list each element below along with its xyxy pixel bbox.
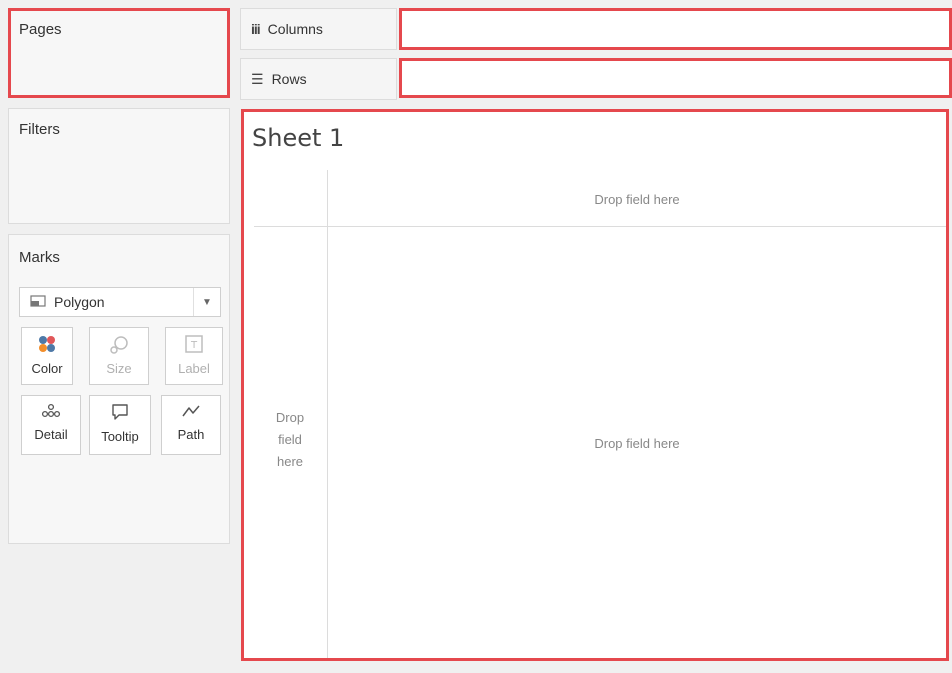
path-button[interactable]: Path: [161, 395, 221, 455]
detail-button[interactable]: Detail: [21, 395, 81, 455]
filters-shelf[interactable]: Filters: [8, 108, 230, 224]
detail-label: Detail: [34, 427, 68, 442]
color-button[interactable]: Color: [21, 327, 73, 385]
text-label-icon: T: [184, 334, 204, 357]
size-label: Size: [106, 361, 132, 376]
detail-icon: [40, 402, 62, 423]
columns-icon: iii: [251, 21, 261, 37]
columns-shelf-label: iii Columns: [240, 8, 397, 50]
svg-text:T: T: [190, 340, 198, 351]
rows-icon: ☰: [251, 70, 264, 87]
tooltip-label: Tooltip: [101, 429, 139, 444]
drop-zone-rows[interactable]: Drop field here: [254, 404, 326, 476]
color-icon: [37, 334, 57, 357]
polygon-mark-icon: [30, 294, 46, 310]
mark-type-label: Polygon: [54, 294, 105, 310]
path-label: Path: [177, 427, 205, 442]
view-canvas[interactable]: Sheet 1 Drop field here Drop field here …: [241, 109, 949, 661]
filters-title: Filters: [19, 121, 60, 138]
pages-shelf[interactable]: Pages: [8, 8, 230, 98]
divider-vertical: [327, 170, 328, 658]
label-button[interactable]: T Label: [165, 327, 223, 385]
drop-hint-top: Drop field here: [594, 191, 680, 207]
label-label: Label: [178, 361, 210, 376]
drop-zone-columns[interactable]: Drop field here: [328, 184, 946, 214]
tooltip-button[interactable]: Tooltip: [89, 395, 151, 455]
drop-zone-main[interactable]: Drop field here: [328, 428, 946, 458]
color-label: Color: [31, 361, 63, 376]
size-button[interactable]: Size: [89, 327, 149, 385]
marks-title: Marks: [19, 249, 60, 266]
sheet-title: Sheet 1: [252, 124, 345, 152]
rows-shelf-label: ☰ Rows: [240, 58, 397, 100]
mark-type-dropdown[interactable]: Polygon ▼: [19, 287, 221, 317]
rows-shelf[interactable]: [399, 58, 952, 98]
rows-label: Rows: [271, 71, 307, 87]
drop-hint-main: Drop field here: [594, 435, 680, 451]
columns-shelf[interactable]: [399, 8, 952, 50]
size-icon: [108, 334, 130, 359]
divider-horizontal: [254, 226, 946, 227]
marks-card: Marks Polygon ▼ Color Size T Label Detai…: [8, 234, 230, 544]
pages-title: Pages: [19, 21, 62, 38]
columns-label: Columns: [267, 21, 323, 37]
chevron-down-icon[interactable]: ▼: [193, 288, 220, 316]
tooltip-icon: [110, 402, 130, 425]
drop-hint-left: Drop field here: [275, 410, 305, 469]
path-icon: [181, 402, 201, 423]
